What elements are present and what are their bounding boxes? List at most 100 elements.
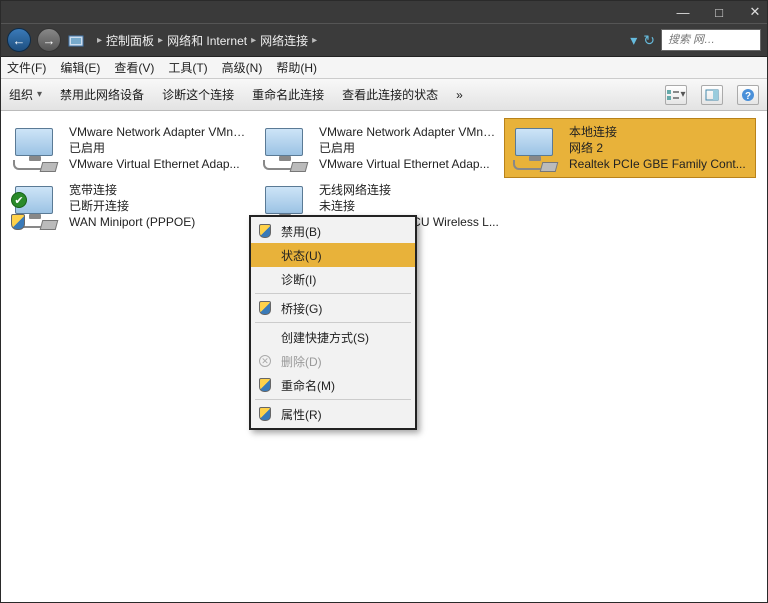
connection-text: 宽带连接已断开连接WAN Miniport (PPPOE): [69, 182, 195, 231]
rename-button[interactable]: 重命名此连接: [252, 86, 324, 103]
window-titlebar: — □ ✕: [1, 1, 767, 23]
view-status-button[interactable]: 查看此连接的状态: [342, 86, 438, 103]
preview-pane-button[interactable]: [701, 85, 723, 105]
connection-text: VMware Network Adapter VMnet8已启用VMware V…: [319, 124, 499, 173]
close-button[interactable]: ✕: [749, 6, 761, 18]
connection-device: VMware Virtual Ethernet Adap...: [69, 156, 249, 172]
context-menu-item[interactable]: 桥接(G): [251, 296, 415, 320]
context-menu-label: 重命名(M): [281, 377, 335, 394]
overflow-button[interactable]: »: [456, 88, 463, 102]
command-bar: 组织 ▾ 禁用此网络设备 诊断这个连接 重命名此连接 查看此连接的状态 » ▾ …: [1, 79, 767, 111]
context-menu-item: ✕ 删除(D): [251, 349, 415, 373]
context-menu-label: 删除(D): [281, 353, 322, 370]
breadcrumb-arrow-icon: ▸: [312, 35, 317, 46]
breadcrumb-arrow-icon: ▸: [158, 35, 163, 46]
search-input[interactable]: [666, 33, 768, 47]
connection-text: VMware Network Adapter VMnet1已启用VMware V…: [69, 124, 249, 173]
view-icon: [666, 89, 680, 101]
context-menu-label: 状态(U): [281, 247, 322, 264]
breadcrumb-arrow-icon: ▸: [251, 35, 256, 46]
disable-device-button[interactable]: 禁用此网络设备: [60, 86, 144, 103]
pane-icon: [705, 89, 719, 101]
shield-icon: [257, 300, 273, 316]
context-menu: 禁用(B) 状态(U) 诊断(I) 桥接(G) 创建快捷方式(S) ✕ 删除(D) 重命名(M…: [249, 215, 417, 430]
nav-back-button[interactable]: ←: [7, 28, 31, 52]
minimize-button[interactable]: —: [677, 6, 689, 18]
organize-label: 组织: [9, 86, 33, 103]
menu-file[interactable]: 文件(F): [7, 59, 46, 76]
connection-name: 宽带连接: [69, 182, 195, 198]
shield-icon: [257, 223, 273, 239]
menu-advanced[interactable]: 高级(N): [222, 59, 263, 76]
nav-forward-button[interactable]: →: [37, 28, 61, 52]
menu-tools[interactable]: 工具(T): [168, 59, 207, 76]
context-menu-label: 桥接(G): [281, 300, 322, 317]
shield-icon: [257, 377, 273, 393]
connection-item[interactable]: VMware Network Adapter VMnet8已启用VMware V…: [255, 119, 505, 177]
connection-name: VMware Network Adapter VMnet8: [319, 124, 499, 140]
connection-item[interactable]: VMware Network Adapter VMnet1已启用VMware V…: [5, 119, 255, 177]
context-menu-item[interactable]: 诊断(I): [251, 267, 415, 291]
connection-status: 网络 2: [569, 140, 746, 156]
context-menu-item[interactable]: 属性(R): [251, 402, 415, 426]
chevron-down-icon: ▾: [680, 89, 685, 100]
menu-help[interactable]: 帮助(H): [276, 59, 317, 76]
address-bar: ← → ▸ 控制面板 ▸ 网络和 Internet ▸ 网络连接 ▸ ▾ ↻ 🔍: [1, 23, 767, 57]
help-button[interactable]: ?: [737, 85, 759, 105]
organize-button[interactable]: 组织 ▾: [9, 86, 42, 103]
delete-icon: ✕: [257, 353, 273, 369]
search-box[interactable]: 🔍: [661, 29, 761, 51]
context-menu-separator: [255, 322, 411, 323]
breadcrumb-seg-0[interactable]: 控制面板: [106, 32, 154, 49]
connection-status: 未连接: [319, 198, 499, 214]
context-menu-label: 属性(R): [281, 406, 322, 423]
context-menu-item[interactable]: 禁用(B): [251, 219, 415, 243]
connection-name: VMware Network Adapter VMnet1: [69, 124, 249, 140]
connection-icon: [11, 124, 59, 172]
context-menu-item[interactable]: 状态(U): [251, 243, 415, 267]
explorer-window: — □ ✕ ← → ▸ 控制面板 ▸ 网络和 Internet ▸ 网络连接 ▸…: [0, 0, 768, 603]
location-icon: [67, 31, 85, 49]
connection-device: VMware Virtual Ethernet Adap...: [319, 156, 499, 172]
context-menu-item[interactable]: 重命名(M): [251, 373, 415, 397]
connection-status: 已启用: [319, 140, 499, 156]
menu-view[interactable]: 查看(V): [114, 59, 154, 76]
connection-item[interactable]: 本地连接网络 2Realtek PCIe GBE Family Cont...: [505, 119, 755, 177]
connection-icon: [511, 124, 559, 172]
menu-edit[interactable]: 编辑(E): [60, 59, 100, 76]
svg-text:?: ?: [745, 91, 751, 102]
shield-icon: [257, 406, 273, 422]
context-menu-separator: [255, 293, 411, 294]
refresh-button[interactable]: ↻: [643, 32, 655, 49]
diagnose-button[interactable]: 诊断这个连接: [162, 86, 234, 103]
connection-device: Realtek PCIe GBE Family Cont...: [569, 156, 746, 172]
breadcrumb[interactable]: ▸ 控制面板 ▸ 网络和 Internet ▸ 网络连接 ▸: [91, 28, 624, 52]
chevron-down-icon: ▾: [37, 89, 42, 100]
maximize-button[interactable]: □: [713, 6, 725, 18]
connection-device: WAN Miniport (PPPOE): [69, 214, 195, 230]
help-icon: ?: [741, 88, 755, 102]
breadcrumb-dropdown-button[interactable]: ▾: [630, 32, 637, 49]
connection-name: 无线网络连接: [319, 182, 499, 198]
blank-icon: [257, 271, 273, 287]
network-folder-icon: [68, 32, 84, 48]
context-menu-label: 创建快捷方式(S): [281, 329, 369, 346]
context-menu-label: 诊断(I): [281, 271, 316, 288]
breadcrumb-seg-2[interactable]: 网络连接: [260, 32, 308, 49]
breadcrumb-arrow-icon: ▸: [97, 35, 102, 46]
connection-icon: [261, 124, 309, 172]
menu-bar: 文件(F) 编辑(E) 查看(V) 工具(T) 高级(N) 帮助(H): [1, 57, 767, 79]
address-actions: ▾ ↻: [630, 32, 655, 49]
connection-icon: ✔: [11, 182, 59, 230]
context-menu-separator: [255, 399, 411, 400]
connection-text: 本地连接网络 2Realtek PCIe GBE Family Cont...: [569, 124, 746, 173]
connection-item[interactable]: ✔宽带连接已断开连接WAN Miniport (PPPOE): [5, 177, 255, 235]
view-options-button[interactable]: ▾: [665, 85, 687, 105]
context-menu-label: 禁用(B): [281, 223, 321, 240]
context-menu-item[interactable]: 创建快捷方式(S): [251, 325, 415, 349]
breadcrumb-seg-1[interactable]: 网络和 Internet: [167, 32, 247, 49]
blank-icon: [257, 329, 273, 345]
connection-status: 已断开连接: [69, 198, 195, 214]
connection-status: 已启用: [69, 140, 249, 156]
blank-icon: [257, 247, 273, 263]
